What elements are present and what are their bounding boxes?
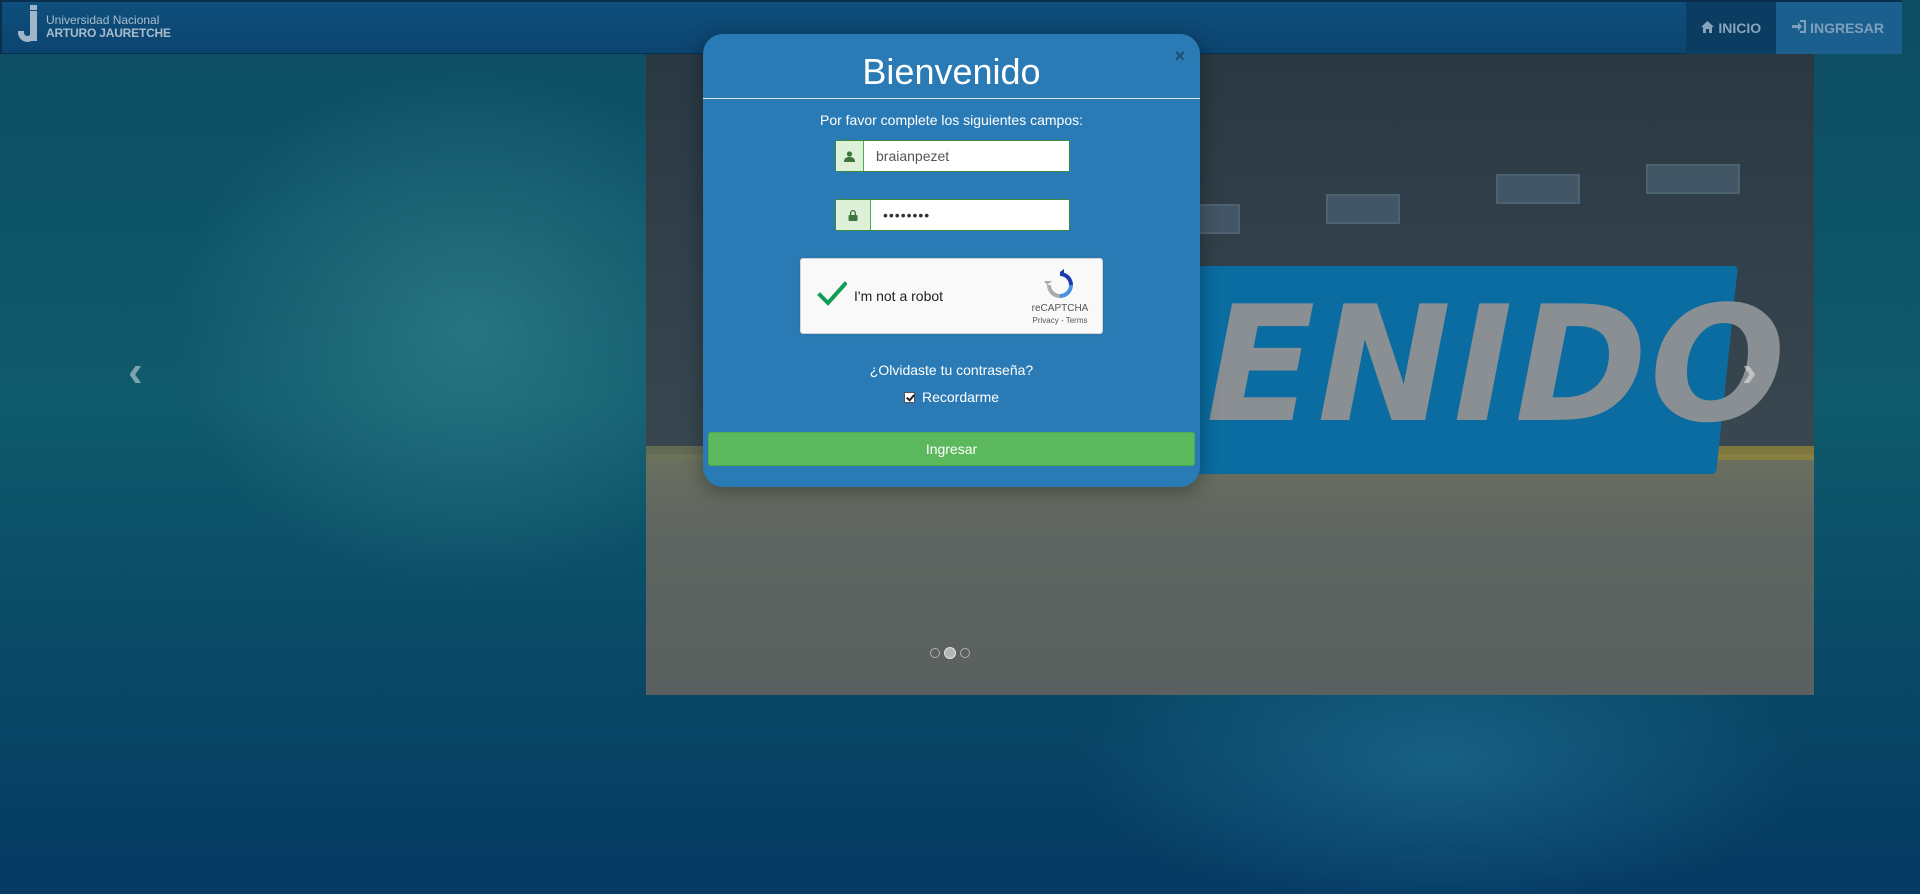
submit-button[interactable]: Ingresar — [708, 432, 1195, 466]
modal-divider — [703, 98, 1200, 99]
recaptcha-logo: reCAPTCHA Privacy - Terms — [1030, 269, 1090, 325]
university-logo[interactable]: Universidad Nacional ARTURO JAURETCHE — [16, 5, 171, 46]
user-icon — [836, 141, 864, 171]
remember-me[interactable]: Recordarme — [703, 389, 1200, 405]
log-in-icon — [1792, 20, 1807, 36]
brand-text: Universidad Nacional ARTURO JAURETCHE — [46, 14, 171, 40]
recaptcha-brand: reCAPTCHA — [1031, 303, 1089, 314]
home-icon — [1701, 20, 1715, 36]
university-logo-icon — [16, 5, 42, 45]
remember-label: Recordarme — [921, 389, 1000, 405]
nav-right: INICIO INGRESAR — [1686, 2, 1902, 54]
remember-checkbox[interactable] — [903, 391, 915, 403]
carousel-indicators — [930, 647, 970, 659]
nav-item-ingresar-label: INGRESAR — [1810, 20, 1884, 36]
login-modal: Bienvenido × Por favor complete los sigu… — [703, 34, 1200, 487]
forgot-password-link[interactable]: ¿Olvidaste tu contraseña? — [703, 362, 1200, 378]
lock-icon — [836, 200, 871, 230]
carousel-indicator-active[interactable] — [944, 647, 956, 659]
modal-subtitle: Por favor complete los siguientes campos… — [819, 112, 1083, 128]
close-icon[interactable]: × — [1174, 46, 1185, 67]
brand-line-2: ARTURO JAURETCHE — [46, 26, 171, 40]
welcome-banner-text: ENIDO — [1206, 271, 1788, 458]
recaptcha-widget: I'm not a robot reCAPTCHA Privacy - Term… — [800, 258, 1103, 334]
password-input-group: •••••••• — [835, 199, 1070, 231]
username-input[interactable] — [864, 141, 1069, 171]
carousel-indicator[interactable] — [960, 648, 970, 658]
nav-item-inicio[interactable]: INICIO — [1686, 2, 1777, 54]
password-input[interactable]: •••••••• — [871, 200, 1069, 230]
carousel-next-icon[interactable]: › — [1742, 350, 1757, 394]
recaptcha-label: I'm not a robot — [854, 288, 944, 304]
nav-item-ingresar[interactable]: INGRESAR — [1776, 2, 1902, 54]
pavement — [646, 454, 1814, 695]
recaptcha-links[interactable]: Privacy - Terms — [1030, 316, 1090, 325]
recaptcha-icon — [1044, 269, 1073, 298]
modal-title: Bienvenido — [862, 51, 1041, 92]
carousel-indicator[interactable] — [930, 648, 940, 658]
nav-item-inicio-label: INICIO — [1718, 20, 1762, 36]
username-input-group — [835, 140, 1070, 172]
carousel-prev-icon[interactable]: ‹ — [128, 350, 143, 394]
recaptcha-checkmark-icon[interactable] — [817, 279, 848, 309]
